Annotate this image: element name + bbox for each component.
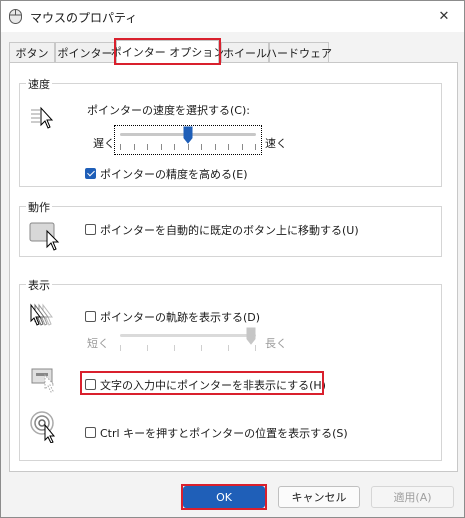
slider-tick <box>120 144 121 150</box>
tab-label: ポインター オプション <box>110 46 225 59</box>
ctrl-location-checkbox[interactable] <box>85 427 96 438</box>
slow-label: 遅く <box>93 137 115 150</box>
hide-while-typing-checkbox[interactable] <box>85 379 96 390</box>
fast-label: 速く <box>265 137 287 150</box>
hide-while-typing-label[interactable]: 文字の入力中にポインターを非表示にする(H) <box>100 377 326 393</box>
visibility-group-title: 表示 <box>26 277 52 293</box>
slider-tick <box>174 144 175 150</box>
slider-tick <box>174 345 175 351</box>
tab-strip: ボタン ポインター ポインター オプション ホイール ハードウェア <box>9 38 459 65</box>
trails-label[interactable]: ポインターの軌跡を表示する(D) <box>100 309 260 325</box>
mouse-icon <box>9 9 22 24</box>
slider-tick <box>134 144 135 150</box>
speed-slider[interactable] <box>120 126 256 154</box>
speed-group-title: 速度 <box>26 76 52 92</box>
snap-to-checkbox[interactable] <box>85 224 96 235</box>
slider-tick <box>147 144 148 150</box>
short-label: 短く <box>87 337 109 350</box>
precision-label[interactable]: ポインターの精度を高める(E) <box>100 166 248 182</box>
window-title: マウスのプロパティ <box>30 11 138 25</box>
tab-panel: 速度 ポインターの速度を選択する(C): 遅く 速く ポインターの精度を高める(… <box>9 62 458 472</box>
tab-label: ポインター <box>57 46 113 60</box>
pointer-trails-icon <box>30 303 53 326</box>
trails-slider-thumb[interactable] <box>246 327 256 345</box>
tab-label: ホイール <box>223 46 267 60</box>
close-button[interactable]: ✕ <box>424 1 464 32</box>
slider-tick <box>201 144 202 150</box>
title-bar: マウスのプロパティ ✕ <box>1 1 464 32</box>
slider-tick <box>188 144 189 150</box>
slider-tick <box>161 144 162 150</box>
trails-slider[interactable] <box>120 327 256 355</box>
tab-wheel[interactable]: ホイール <box>221 42 269 62</box>
hide-pointer-icon <box>31 368 56 393</box>
slider-tick <box>228 144 229 150</box>
cancel-button[interactable]: キャンセル <box>278 486 360 508</box>
show-location-icon <box>30 411 56 443</box>
speed-slider-ticks <box>120 144 256 150</box>
pointer-speed-icon <box>31 106 54 129</box>
slider-tick <box>228 345 229 351</box>
slider-tick <box>255 345 256 351</box>
close-icon: ✕ <box>438 9 450 24</box>
visibility-group: 表示 ポインターの軌跡を表示する(D) 短く 長く 文字の入力中にポインターを非… <box>19 277 442 461</box>
slider-tick <box>147 345 148 351</box>
long-label: 長く <box>265 337 287 350</box>
slider-tick <box>120 345 121 351</box>
speed-select-label: ポインターの速度を選択する(C): <box>87 104 250 117</box>
tab-pointers[interactable]: ポインター <box>55 42 115 62</box>
slider-tick <box>242 144 243 150</box>
snap-to-button-icon <box>29 222 60 251</box>
ctrl-location-label[interactable]: Ctrl キーを押すとポインターの位置を表示する(S) <box>100 425 348 441</box>
tab-label: ハードウェア <box>266 46 332 60</box>
trails-slider-track <box>120 334 256 337</box>
mouse-properties-window: マウスのプロパティ ✕ ボタン ポインター ポインター オプション ホイール ハ… <box>0 0 465 518</box>
motion-group-title: 動作 <box>26 199 52 215</box>
speed-slider-thumb[interactable] <box>183 126 193 144</box>
speed-group: 速度 ポインターの速度を選択する(C): 遅く 速く ポインターの精度を高める(… <box>19 76 442 187</box>
tab-pointer-options[interactable]: ポインター オプション <box>111 38 224 65</box>
apply-button-label: 適用(A) <box>393 491 432 504</box>
ok-button[interactable]: OK <box>183 486 265 508</box>
slider-tick <box>215 144 216 150</box>
precision-checkbox[interactable] <box>85 168 96 179</box>
tab-buttons[interactable]: ボタン <box>9 42 55 62</box>
apply-button[interactable]: 適用(A) <box>371 486 454 508</box>
snap-to-label[interactable]: ポインターを自動的に既定のボタン上に移動する(U) <box>100 222 359 238</box>
slider-tick <box>255 144 256 150</box>
trails-checkbox[interactable] <box>85 311 96 322</box>
ok-button-label: OK <box>216 490 232 504</box>
tab-label: ボタン <box>15 46 49 60</box>
motion-group: 動作 ポインターを自動的に既定のボタン上に移動する(U) <box>19 199 442 257</box>
trails-slider-ticks <box>120 345 256 351</box>
tab-hardware[interactable]: ハードウェア <box>266 42 332 62</box>
cancel-button-label: キャンセル <box>291 491 347 504</box>
slider-tick <box>201 345 202 351</box>
